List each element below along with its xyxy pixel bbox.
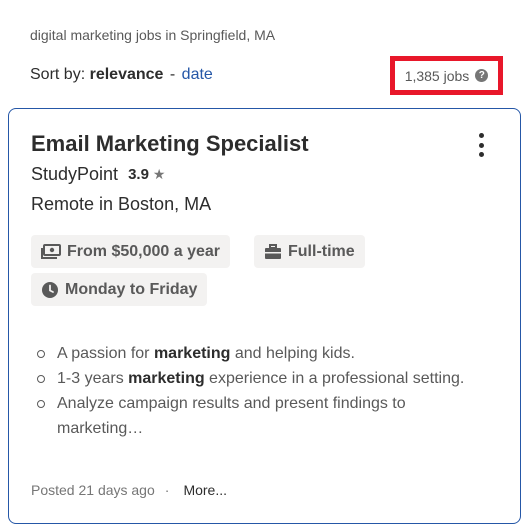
more-options-button[interactable]: [471, 131, 491, 159]
star-icon: ★: [152, 166, 166, 182]
job-snippet: A passion for marketing and helping kids…: [35, 341, 495, 441]
job-count: 1,385 jobs ?: [390, 56, 503, 95]
schedule-chip: Monday to Friday: [31, 273, 208, 306]
card-footer: Posted 21 days ago · More...: [31, 482, 227, 498]
search-query-text: digital marketing jobs in Springfield, M…: [30, 27, 276, 43]
rating-value: 3.9: [128, 166, 149, 183]
sort-bar: Sort by: relevance - date: [30, 66, 213, 84]
salary-chip: From $50,000 a year: [31, 235, 230, 268]
job-type-text: Full-time: [288, 242, 355, 260]
job-count-text: 1,385 jobs: [404, 67, 470, 84]
job-title[interactable]: Email Marketing Specialist: [31, 131, 309, 157]
job-type-chip: Full-time: [254, 235, 365, 268]
sort-relevance-option[interactable]: relevance: [90, 66, 164, 83]
sort-date-link[interactable]: date: [182, 66, 213, 83]
clock-icon: [42, 281, 58, 298]
job-card[interactable]: Email Marketing Specialist StudyPoint 3.…: [8, 108, 521, 524]
company-line: StudyPoint 3.9 ★: [31, 164, 165, 185]
snippet-item: 1-3 years marketing experience in a prof…: [35, 366, 495, 391]
job-location: Remote in Boston, MA: [31, 194, 212, 214]
help-icon[interactable]: ?: [475, 69, 489, 82]
sort-label: Sort by:: [30, 66, 86, 83]
more-vertical-icon: [478, 133, 484, 138]
footer-separator: ·: [164, 482, 170, 498]
company-rating: 3.9 ★: [128, 166, 165, 183]
money-icon: [41, 243, 61, 259]
schedule-text: Monday to Friday: [65, 280, 198, 298]
snippet-item: Analyze campaign results and present fin…: [35, 391, 495, 441]
company-name[interactable]: StudyPoint: [31, 164, 118, 185]
salary-text: From $50,000 a year: [67, 242, 220, 260]
briefcase-icon: [265, 243, 281, 259]
snippet-item: A passion for marketing and helping kids…: [35, 341, 495, 366]
more-link[interactable]: More...: [183, 482, 227, 498]
posted-date: Posted 21 days ago: [31, 482, 155, 498]
sort-separator: -: [169, 66, 176, 83]
